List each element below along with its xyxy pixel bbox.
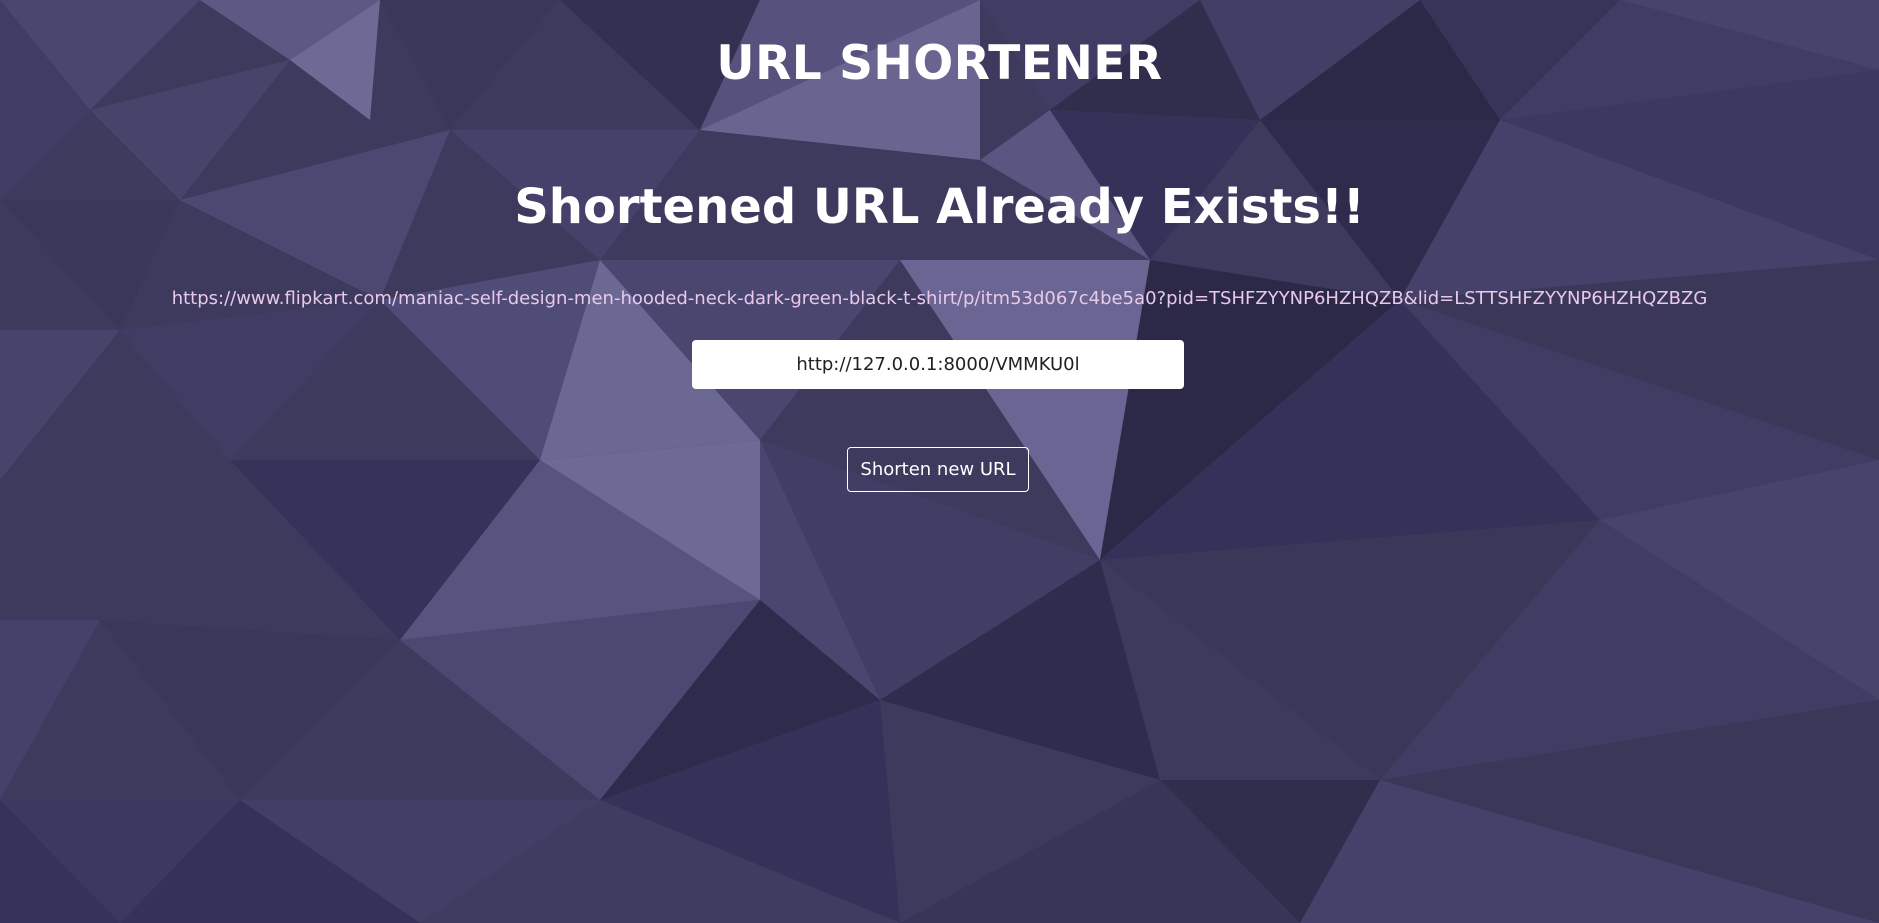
status-heading: Shortened URL Already Exists!! xyxy=(514,179,1365,235)
short-url-field[interactable] xyxy=(692,340,1184,389)
app-title: URL SHORTENER xyxy=(716,36,1163,91)
original-url-text: https://www.flipkart.com/maniac-self-des… xyxy=(171,288,1708,309)
shorten-new-url-button[interactable]: Shorten new URL xyxy=(847,447,1029,492)
main-content: URL SHORTENER Shortened URL Already Exis… xyxy=(0,0,1879,923)
